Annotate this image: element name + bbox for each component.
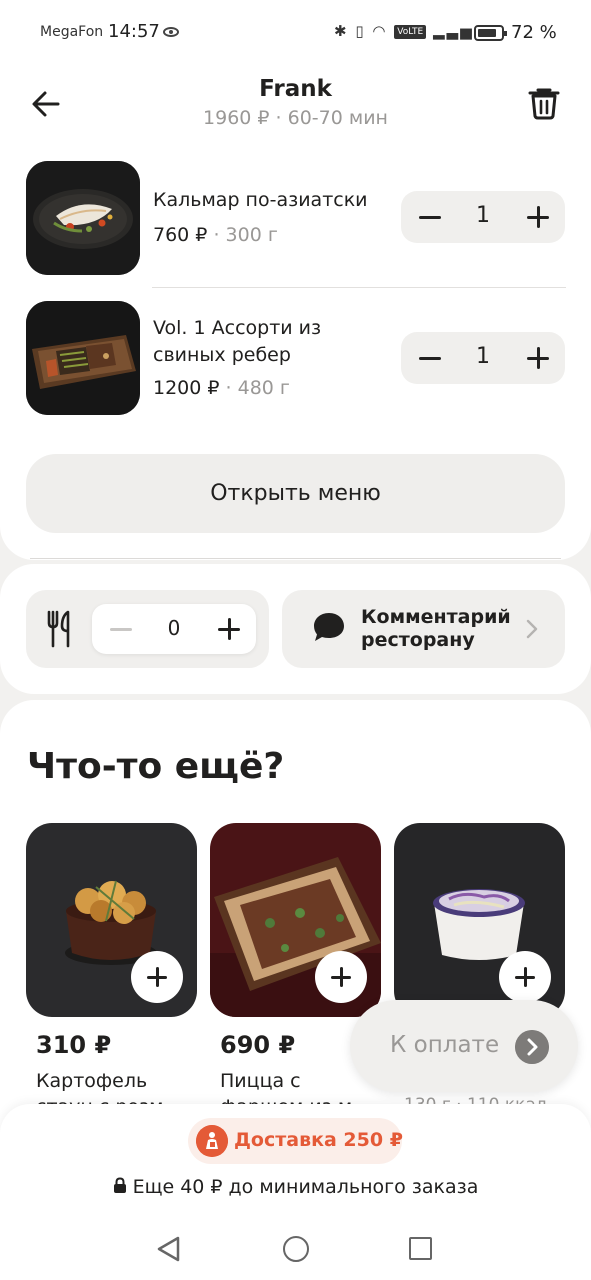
battery-percent: 72 %	[511, 22, 557, 43]
cart-item: Кальмар по-азиатски 760 ₽ · 300 г 1	[26, 161, 566, 275]
dish-price: 1200 ₽	[153, 377, 220, 399]
eye-icon	[163, 27, 179, 37]
restaurant-comment-button[interactable]: Комментарий ресторану	[282, 590, 565, 668]
carrier-name: MegaFon	[40, 24, 104, 40]
open-menu-button[interactable]: Открыть меню	[26, 454, 565, 533]
divider	[30, 558, 561, 559]
min-order-text: Еще 40 ₽ до минимального заказа	[132, 1176, 479, 1198]
decrease-button[interactable]	[415, 191, 445, 243]
speech-bubble-icon	[314, 613, 344, 641]
separator-dot: ·	[207, 224, 226, 246]
cutlery-stepper: 0	[92, 604, 256, 654]
arrow-right-icon	[515, 1030, 549, 1064]
delivery-price: Доставка 250 ₽	[234, 1129, 403, 1151]
nav-recents-icon[interactable]	[409, 1237, 432, 1260]
decrease-button[interactable]	[106, 604, 136, 654]
add-to-cart-button[interactable]	[131, 951, 183, 1003]
battery-icon	[474, 25, 507, 41]
trash-icon	[528, 88, 560, 120]
product-price: 310 ₽	[36, 1031, 112, 1059]
system-nav-bar	[0, 1216, 591, 1280]
nav-back-icon[interactable]	[156, 1236, 182, 1262]
courier-icon	[196, 1125, 228, 1157]
divider	[152, 287, 566, 288]
delivery-badge[interactable]: Доставка 250 ₽	[188, 1118, 403, 1164]
status-icons: ✱ ▯ ◠ VoLTE ▂▃▅	[334, 22, 474, 40]
checkout-label: К оплате	[390, 1032, 500, 1058]
wifi-icon: ◠	[372, 22, 388, 40]
chevron-right-icon	[526, 619, 538, 639]
add-to-cart-button[interactable]	[499, 951, 551, 1003]
section-title: Что-то ещё?	[27, 746, 285, 787]
min-order-notice: Еще 40 ₽ до минимального заказа	[0, 1176, 591, 1198]
dish-photo	[26, 161, 140, 275]
increase-button[interactable]	[523, 191, 553, 243]
nav-home-icon[interactable]	[283, 1236, 309, 1262]
clock: 14:57	[108, 21, 160, 42]
quantity-stepper: 1	[401, 332, 565, 384]
bluetooth-icon: ✱	[334, 22, 349, 40]
clear-cart-button[interactable]	[524, 82, 564, 122]
increase-button[interactable]	[523, 332, 553, 384]
cutlery-icon	[47, 610, 70, 648]
cutlery-selector: 0	[26, 590, 269, 668]
vibrate-icon: ▯	[355, 22, 366, 40]
dish-price-line: 1200 ₽ · 480 г	[153, 377, 290, 399]
add-to-cart-button[interactable]	[315, 951, 367, 1003]
checkout-button[interactable]: К оплате	[350, 1000, 578, 1092]
comment-label: Комментарий ресторану	[361, 606, 511, 651]
increase-button[interactable]	[214, 604, 244, 654]
lock-icon	[113, 1177, 126, 1193]
product-price: 690 ₽	[220, 1031, 296, 1059]
decrease-button[interactable]	[415, 332, 445, 384]
product-photo	[210, 823, 381, 1017]
order-options-card: 0 Комментарий ресторану	[0, 564, 591, 694]
dish-name: Кальмар по-азиатски	[153, 189, 368, 211]
status-bar: MegaFon 14:57 ✱ ▯ ◠ VoLTE ▂▃▅ 72 %	[0, 0, 591, 66]
dish-price: 760 ₽	[153, 224, 208, 246]
dish-price-line: 760 ₽ · 300 г	[153, 224, 278, 246]
volte-icon: VoLTE	[394, 25, 427, 39]
order-summary: 1960 ₽ · 60-70 мин	[203, 107, 388, 129]
product-photo	[394, 823, 565, 1017]
quantity-stepper: 1	[401, 191, 565, 243]
cart-item: Vol. 1 Ассорти из свиных ребер 1200 ₽ · …	[26, 301, 566, 415]
product-photo	[26, 823, 197, 1017]
dish-name: Vol. 1 Ассорти из свиных ребер	[153, 317, 322, 366]
cart-card: Frank 1960 ₽ · 60-70 мин Кальмар по-азиа…	[0, 66, 591, 560]
restaurant-name: Frank	[259, 76, 332, 102]
signal-icon: ▂▃▅	[433, 22, 474, 40]
dish-weight: 300 г	[225, 224, 278, 246]
separator-dot: ·	[219, 377, 238, 399]
dish-weight: 480 г	[237, 377, 290, 399]
dish-photo	[26, 301, 140, 415]
